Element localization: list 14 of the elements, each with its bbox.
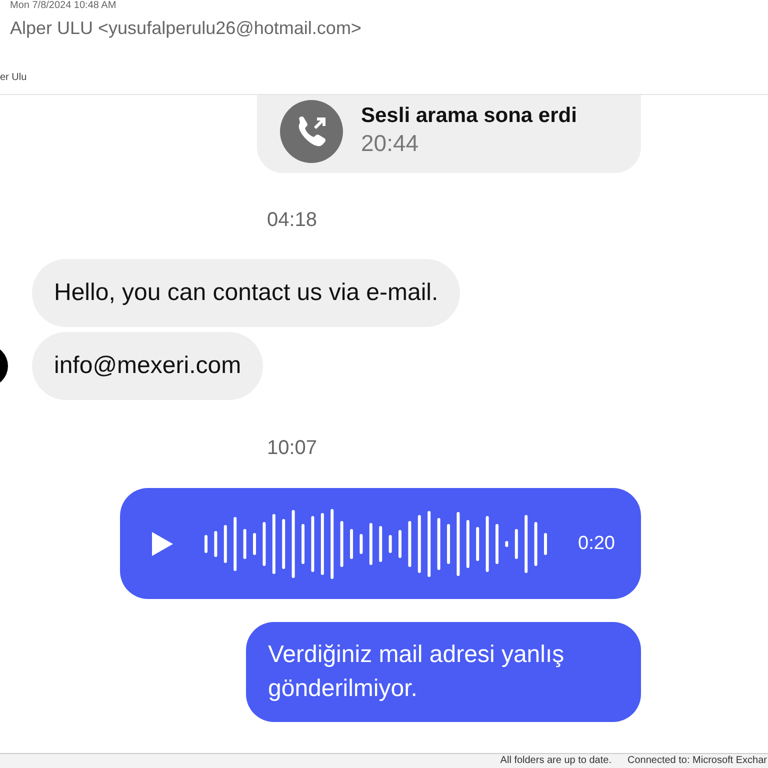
received-message-bubble: info@mexeri.com — [32, 332, 264, 400]
call-title: Sesli arama sona erdi — [361, 104, 577, 128]
sender-address: Alper ULU <yusufalperulu26@hotmail.com> — [10, 18, 362, 39]
status-text: All folders are up to date. — [500, 754, 612, 768]
message-timestamp: 10:07 — [267, 437, 318, 460]
received-message-bubble: Hello, you can contact us via e-mail. — [32, 259, 460, 327]
phone-call-icon — [280, 100, 343, 162]
sent-date: Mon 7/8/2024 10:48 AM — [10, 0, 116, 11]
recipient-name: er Ulu — [0, 72, 27, 83]
call-time: 20:44 — [361, 129, 420, 158]
voice-duration: 0:20 — [578, 532, 615, 554]
status-text: Connected to: Microsoft Exchar — [627, 754, 767, 768]
sent-message-bubble: Verdiğiniz mail adresi yanlış gönderilmiyor. — [246, 622, 641, 722]
message-timestamp: 04:18 — [267, 209, 318, 232]
